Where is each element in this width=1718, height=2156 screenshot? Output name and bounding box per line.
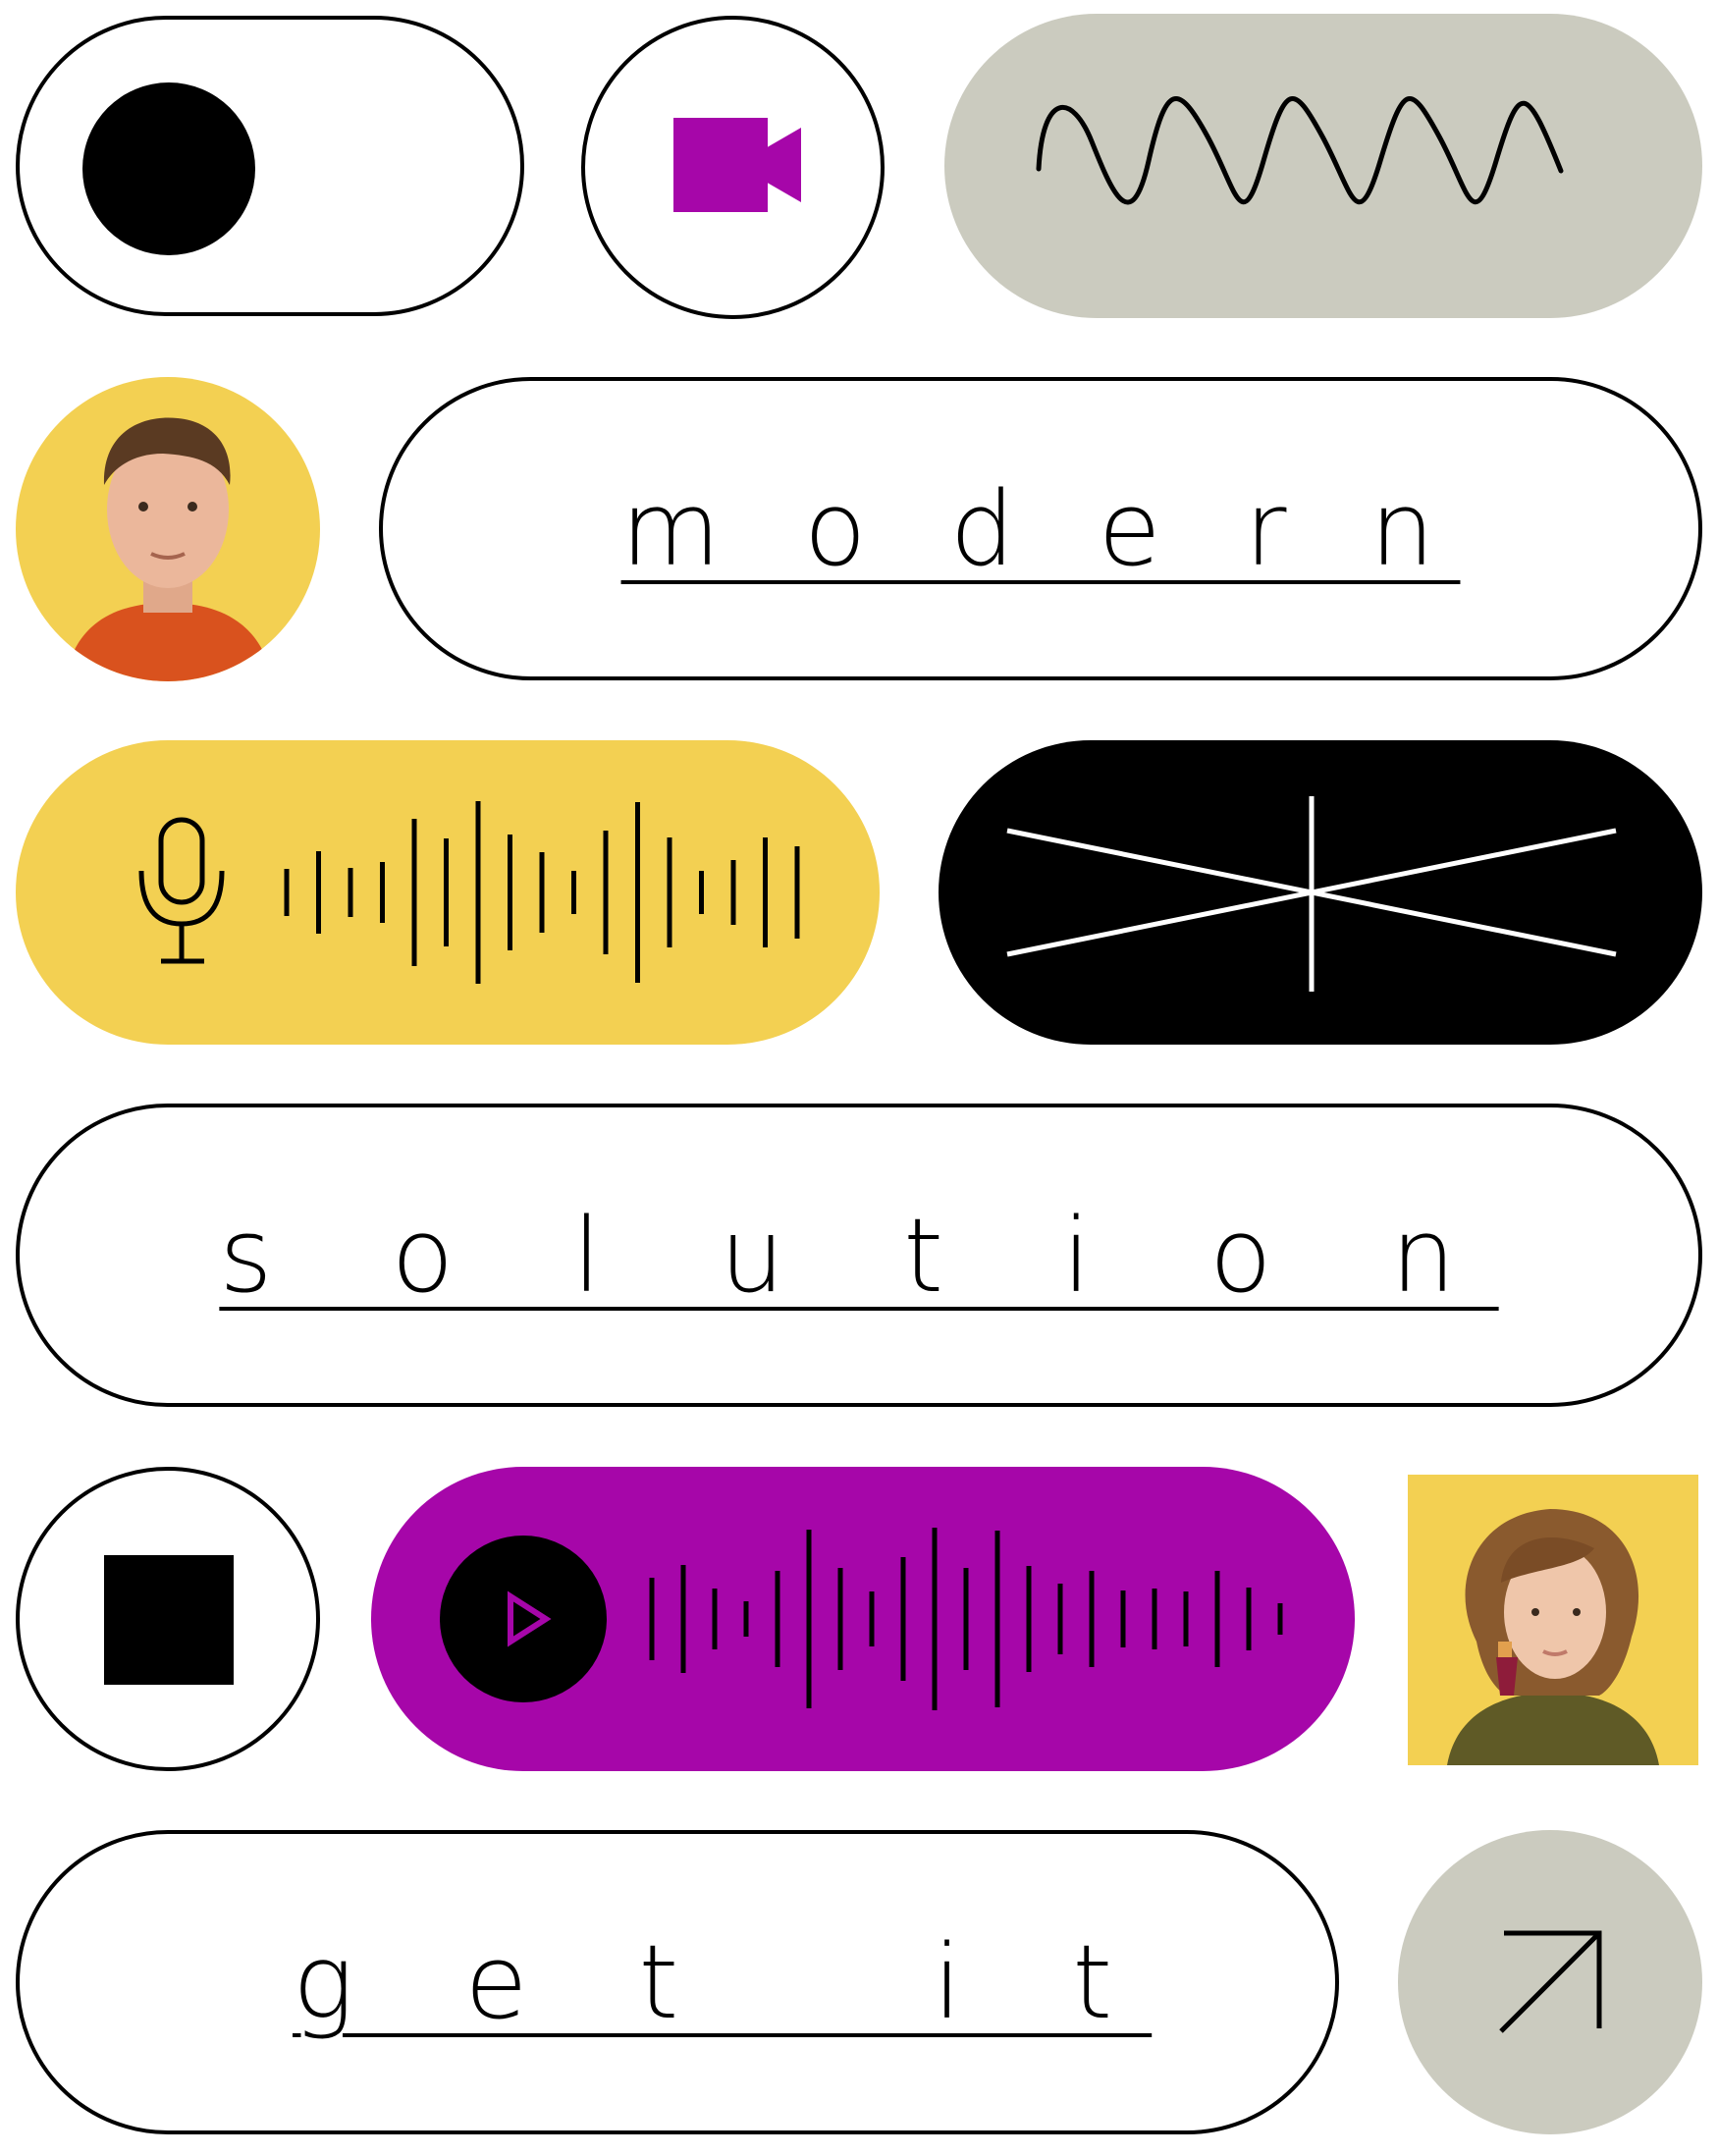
avatar-man-illustration xyxy=(65,417,273,681)
word-modern-button[interactable]: m o d e r n xyxy=(379,377,1702,680)
play-icon xyxy=(508,1590,552,1647)
avatar-woman-illustration xyxy=(1447,1509,1659,1765)
stop-square-icon xyxy=(104,1555,234,1685)
avatar-man xyxy=(16,377,320,681)
avatar-woman xyxy=(1408,1475,1698,1765)
word-modern: m o d e r n xyxy=(620,468,1461,589)
toggle-knob xyxy=(82,82,255,255)
squiggle-wave-icon xyxy=(1036,96,1564,205)
arrow-up-right-icon xyxy=(1499,1930,1602,2033)
arrow-button[interactable] xyxy=(1398,1830,1702,2134)
video-camera-icon xyxy=(673,118,801,212)
audio-waveform xyxy=(649,1528,1283,1710)
video-button[interactable] xyxy=(581,16,885,319)
voice-message-pill[interactable] xyxy=(16,740,880,1045)
audio-waveform xyxy=(284,801,800,984)
get-it-button[interactable]: g e t i t xyxy=(16,1830,1339,2134)
stop-button[interactable] xyxy=(16,1467,320,1771)
microphone-icon xyxy=(138,817,225,964)
toggle-switch[interactable] xyxy=(16,16,524,316)
close-pill[interactable] xyxy=(939,740,1702,1045)
word-get-it: g e t i t xyxy=(293,1922,1153,2042)
play-button[interactable] xyxy=(440,1536,607,1702)
audio-player-pill[interactable] xyxy=(371,1467,1355,1771)
word-solution-button[interactable]: s o l u t i o n xyxy=(16,1104,1702,1407)
cross-lines-icon xyxy=(1006,796,1617,992)
wave-pill[interactable] xyxy=(944,14,1702,318)
word-solution: s o l u t i o n xyxy=(219,1195,1499,1316)
